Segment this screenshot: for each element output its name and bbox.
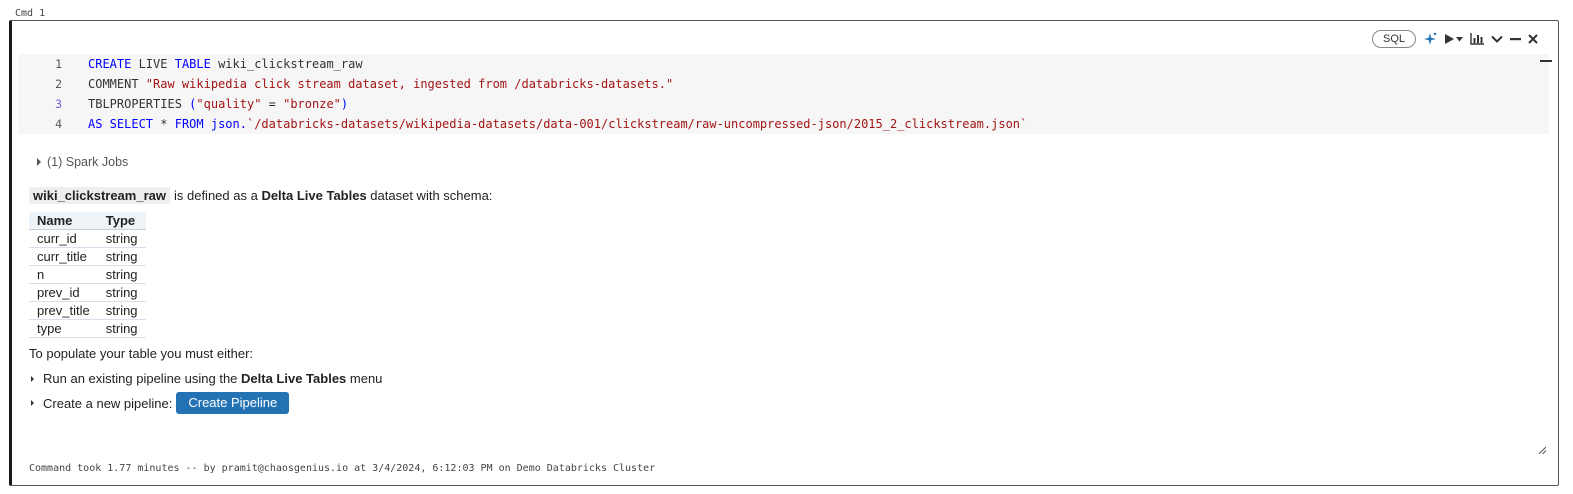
bullet-create-new: Create a new pipeline: Create Pipeline bbox=[29, 392, 492, 414]
code-token: TBLPROPERTIES bbox=[88, 97, 190, 111]
assistant-sparkle-icon[interactable] bbox=[1423, 31, 1437, 47]
table-name-chip: wiki_clickstream_raw bbox=[29, 187, 170, 204]
schema-cell-name: curr_id bbox=[29, 229, 98, 248]
code-token: = bbox=[261, 97, 284, 111]
code-token: json. bbox=[203, 117, 247, 131]
create-pipeline-button[interactable]: Create Pipeline bbox=[176, 392, 290, 414]
line-number: 3 bbox=[55, 97, 62, 111]
editor-scroll-marker bbox=[1540, 60, 1552, 62]
minimize-icon[interactable] bbox=[1510, 31, 1521, 47]
resize-handle-icon[interactable] bbox=[1538, 441, 1547, 455]
command-footer: Command took 1.77 minutes -- by pramit@c… bbox=[29, 463, 656, 474]
collapse-chevron-icon[interactable] bbox=[1491, 31, 1503, 47]
bullet-run-existing: Run an existing pipeline using the Delta… bbox=[29, 371, 492, 386]
schema-cell-type: string bbox=[97, 229, 146, 248]
code-token: TABLE bbox=[174, 57, 211, 71]
cell-toolbar: SQL bbox=[1371, 30, 1538, 48]
desc-text-post: dataset with schema: bbox=[366, 188, 493, 203]
code-token: "quality" bbox=[196, 97, 262, 111]
schema-cell-name: curr_title bbox=[29, 247, 98, 266]
desc-bold: Delta Live Tables bbox=[261, 188, 367, 203]
bullet2-pre: Create a new pipeline: bbox=[43, 395, 173, 411]
code-text: CREATE LIVE TABLE wiki_clickstream_raw bbox=[88, 54, 363, 74]
schema-cell-name: n bbox=[29, 265, 98, 284]
code-token: ) bbox=[340, 97, 349, 111]
bullet1-pre: Run an existing pipeline using the bbox=[43, 371, 242, 386]
table-row: n string bbox=[29, 265, 146, 284]
schema-header-row: Name Type bbox=[29, 212, 146, 230]
language-badge[interactable]: SQL bbox=[1371, 30, 1416, 48]
schema-cell-type: string bbox=[97, 247, 146, 266]
schema-cell-name: prev_title bbox=[29, 301, 98, 320]
run-icon[interactable] bbox=[1444, 31, 1455, 47]
code-token: CREATE bbox=[88, 57, 132, 71]
schema-cell-type: string bbox=[97, 319, 146, 338]
code-text: COMMENT "Raw wikipedia click stream data… bbox=[88, 74, 673, 94]
expand-triangle-icon bbox=[37, 158, 41, 166]
table-row: type string bbox=[29, 319, 146, 338]
spark-jobs-toggle[interactable]: (1) Spark Jobs bbox=[37, 155, 128, 169]
spark-jobs-label: (1) Spark Jobs bbox=[47, 155, 129, 169]
code-editor[interactable]: 1 CREATE LIVE TABLE wiki_clickstream_raw 2… bbox=[18, 54, 1549, 134]
code-token: FROM bbox=[174, 117, 204, 131]
code-token: COMMENT bbox=[88, 77, 146, 91]
code-text: AS SELECT * FROM json.`/databricks-datas… bbox=[88, 114, 1027, 134]
run-dropdown-icon[interactable] bbox=[1456, 31, 1463, 47]
bullet-triangle-icon bbox=[31, 375, 34, 382]
cmd-label: Cmd 1 bbox=[15, 8, 46, 19]
code-token: "bronze" bbox=[283, 97, 341, 111]
schema-header-name: Name bbox=[29, 212, 98, 230]
code-token: LIVE bbox=[131, 57, 175, 71]
bullet-triangle-icon bbox=[31, 400, 34, 406]
schema-cell-type: string bbox=[97, 265, 146, 284]
schema-cell-name: prev_id bbox=[29, 283, 98, 302]
dataset-description: wiki_clickstream_raw is defined as a Del… bbox=[29, 187, 492, 204]
table-row: curr_title string bbox=[29, 247, 146, 266]
line-number: 4 bbox=[55, 117, 62, 131]
line-number: 1 bbox=[55, 57, 62, 71]
bullet1-post: menu bbox=[346, 371, 383, 386]
chart-icon[interactable] bbox=[1470, 31, 1484, 47]
table-row: curr_id string bbox=[29, 229, 146, 248]
schema-table: Name Type curr_id string curr_title string n… bbox=[29, 212, 146, 338]
bullet1-bold: Delta Live Tables bbox=[241, 371, 347, 386]
notebook-cell[interactable]: SQL 1 CREATE LIVE TABLE wiki_clickstream_… bbox=[9, 20, 1559, 486]
table-row: prev_title string bbox=[29, 301, 146, 320]
schema-cell-name: type bbox=[29, 319, 98, 338]
code-token: wiki_clickstream_raw bbox=[210, 57, 363, 71]
desc-text-pre: is defined as a bbox=[173, 188, 262, 203]
schema-cell-type: string bbox=[97, 301, 146, 320]
code-token: AS SELECT bbox=[88, 117, 154, 131]
code-token: `/databricks-datasets/wikipedia-datasets… bbox=[246, 117, 1028, 131]
table-row: prev_id string bbox=[29, 283, 146, 302]
line-number: 2 bbox=[55, 77, 62, 91]
cell-output: wiki_clickstream_raw is defined as a Del… bbox=[29, 187, 492, 414]
schema-header-type: Type bbox=[97, 212, 146, 230]
code-text: TBLPROPERTIES ("quality" = "bronze") bbox=[88, 94, 348, 114]
close-icon[interactable] bbox=[1528, 31, 1538, 47]
code-token: * bbox=[153, 117, 175, 131]
code-token: "Raw wikipedia click stream dataset, ing… bbox=[145, 77, 674, 91]
populate-instructions: To populate your table you must either: bbox=[29, 346, 254, 361]
schema-cell-type: string bbox=[97, 283, 146, 302]
